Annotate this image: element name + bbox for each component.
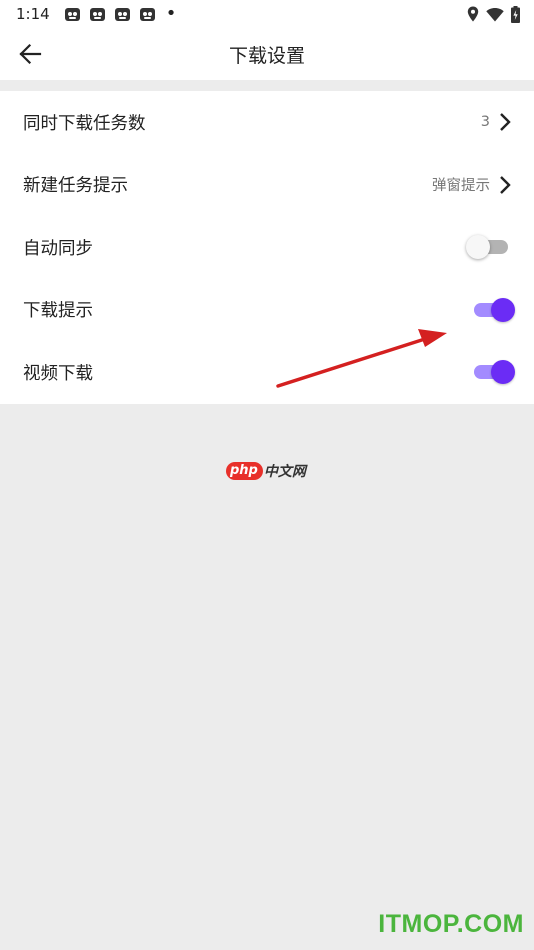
setting-value: 弹窗提示	[432, 178, 490, 195]
setting-right: 弹窗提示	[432, 174, 512, 195]
video-download-toggle[interactable]	[470, 359, 515, 385]
settings-list: 同时下载任务数 3 新建任务提示 弹窗提示 自动同步 下载提示 视频下载	[0, 91, 534, 404]
status-right-icons	[467, 5, 520, 23]
download-tip-toggle[interactable]	[470, 297, 515, 323]
header-divider	[0, 80, 534, 91]
status-bar: 1:14 •	[0, 0, 534, 28]
location-icon	[467, 6, 479, 22]
back-button[interactable]	[8, 32, 52, 76]
setting-value: 3	[480, 114, 490, 131]
status-more-dot: •	[165, 3, 177, 24]
toggle-knob	[466, 235, 490, 260]
chevron-right-icon	[500, 113, 511, 132]
notification-app-icon	[89, 7, 105, 21]
php-cn-text: 中文网	[263, 464, 306, 480]
setting-right	[470, 359, 515, 385]
notification-app-icon	[64, 7, 80, 21]
setting-auto-sync: 自动同步	[0, 216, 534, 279]
notification-app-icon	[139, 7, 155, 21]
notification-app-icon	[114, 7, 130, 21]
setting-right: 3	[481, 112, 512, 132]
setting-video-download: 视频下载	[0, 341, 534, 404]
wifi-icon	[486, 7, 504, 21]
setting-label: 视频下载	[23, 363, 93, 384]
setting-label: 新建任务提示	[23, 176, 128, 197]
toggle-knob	[491, 297, 515, 322]
page-title: 下载设置	[228, 44, 305, 67]
back-arrow-icon	[19, 43, 42, 65]
title-bar: 下载设置	[0, 28, 534, 80]
auto-sync-toggle[interactable]	[466, 234, 512, 260]
setting-label: 自动同步	[23, 238, 93, 259]
setting-new-task-prompt[interactable]: 新建任务提示 弹窗提示	[0, 154, 534, 217]
toggle-knob	[491, 360, 515, 385]
setting-download-tip: 下载提示	[0, 279, 534, 342]
php-logo: php 中文网	[226, 461, 306, 481]
itmop-watermark: ITMOP.COM	[378, 910, 524, 938]
battery-icon	[511, 5, 520, 23]
setting-right	[466, 234, 512, 260]
setting-concurrent-tasks[interactable]: 同时下载任务数 3	[0, 91, 534, 154]
setting-label: 同时下载任务数	[23, 113, 146, 134]
php-badge: php	[226, 462, 263, 480]
status-time: 1:14	[16, 5, 50, 23]
chevron-right-icon	[500, 175, 511, 194]
setting-right	[470, 297, 515, 323]
setting-label: 下载提示	[23, 301, 93, 322]
